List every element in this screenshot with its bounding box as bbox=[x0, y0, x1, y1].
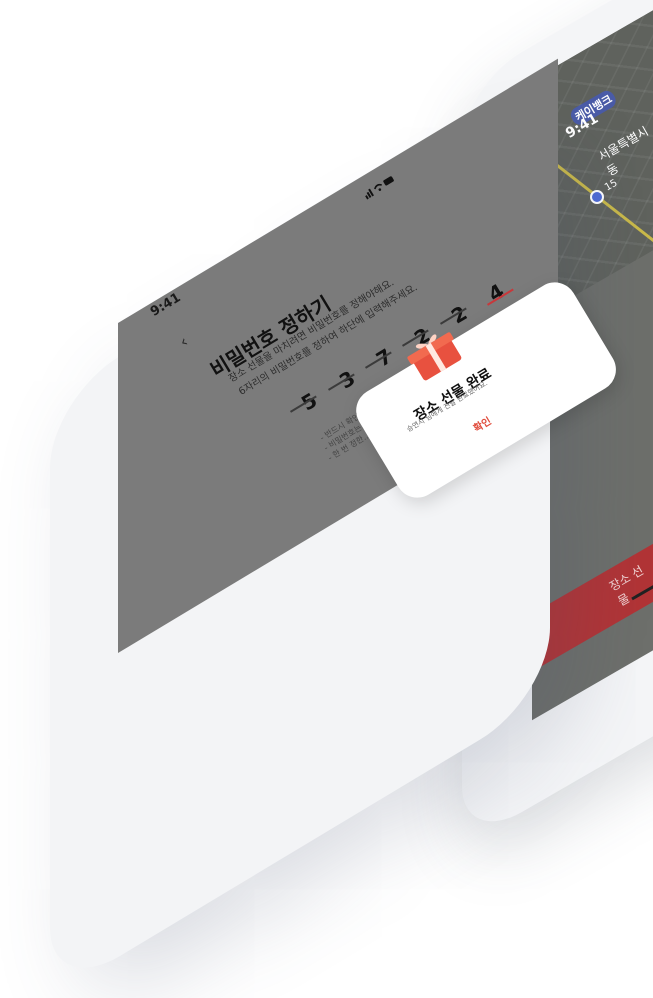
back-chevron-icon[interactable]: ‹ bbox=[176, 332, 191, 352]
status-indicators-icon bbox=[362, 173, 398, 202]
pin-digit-5[interactable]: 2 bbox=[447, 301, 471, 329]
status-time: 9:41 bbox=[148, 290, 184, 320]
front-phone-content: 9:41 ‹ 비밀번호 정하기 장소 선물을 마치려면 비밀번호를 정해야해요.… bbox=[0, 0, 653, 736]
